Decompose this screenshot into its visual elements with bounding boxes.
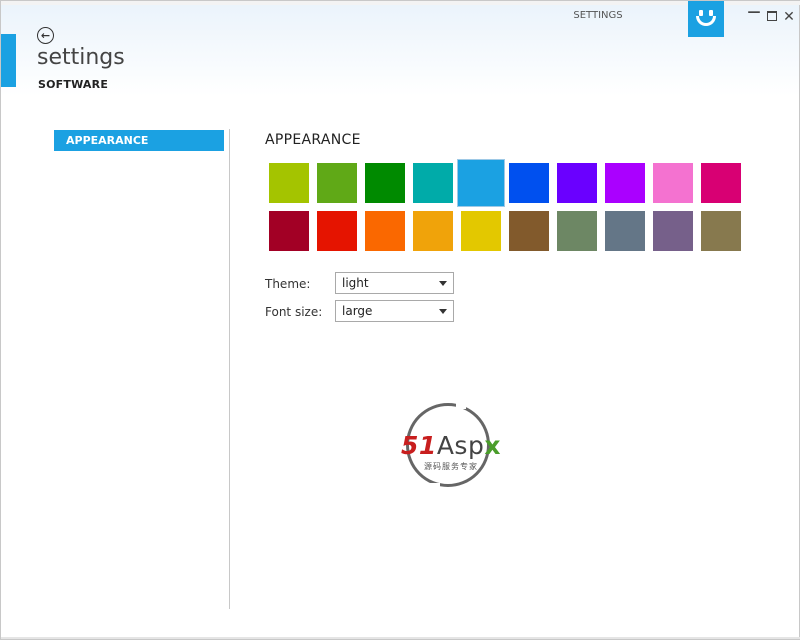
back-arrow-icon: ← [40, 29, 51, 42]
maximize-icon [767, 11, 777, 21]
color-swatch[interactable] [605, 211, 645, 251]
minimize-button[interactable]: — [747, 5, 761, 20]
watermark-tagline: 源码服务专家 [424, 462, 478, 471]
color-swatch[interactable] [605, 163, 645, 203]
color-swatch[interactable] [653, 163, 693, 203]
color-swatch[interactable] [458, 160, 504, 206]
color-swatch[interactable] [509, 211, 549, 251]
font-size-label: Font size: [265, 305, 323, 319]
theme-select[interactable]: light [335, 272, 454, 294]
theme-label: Theme: [265, 277, 311, 291]
watermark-brand: 51Aspx [401, 431, 501, 460]
chevron-down-icon [439, 281, 447, 286]
color-swatch[interactable] [509, 163, 549, 203]
font-size-select[interactable]: large [335, 300, 454, 322]
color-swatch[interactable] [701, 211, 741, 251]
close-button[interactable]: ✕ [782, 9, 796, 25]
color-swatch[interactable] [557, 163, 597, 203]
color-swatch[interactable] [701, 163, 741, 203]
color-swatch[interactable] [269, 211, 309, 251]
accent-bar [1, 34, 16, 87]
settings-window: SETTINGS — ✕ ← settings SOFTWARE APPEARA… [0, 0, 800, 640]
color-swatch[interactable] [653, 211, 693, 251]
theme-value: light [342, 276, 369, 290]
minimize-icon: — [747, 5, 761, 20]
back-button[interactable]: ← [37, 27, 54, 44]
color-swatch[interactable] [317, 211, 357, 251]
color-swatch[interactable] [413, 211, 453, 251]
maximize-button[interactable] [765, 9, 779, 25]
page-subtitle: SOFTWARE [38, 78, 109, 91]
color-swatch[interactable] [557, 211, 597, 251]
color-swatch[interactable] [461, 211, 501, 251]
color-swatch[interactable] [269, 163, 309, 203]
smiley-icon [688, 1, 724, 37]
sidebar-divider [229, 129, 230, 609]
sidebar-item-label: APPEARANCE [66, 134, 149, 147]
sidebar-item-appearance[interactable]: APPEARANCE [54, 130, 224, 151]
close-icon: ✕ [783, 9, 795, 25]
section-title: APPEARANCE [265, 132, 361, 148]
watermark-logo: 51Aspx 源码服务专家 [386, 401, 516, 497]
color-swatch[interactable] [413, 163, 453, 203]
color-swatch[interactable] [317, 163, 357, 203]
color-swatch[interactable] [365, 211, 405, 251]
page-title: settings [37, 45, 125, 70]
color-swatch[interactable] [365, 163, 405, 203]
title-strip [1, 1, 800, 5]
bottom-border [1, 637, 800, 639]
font-size-value: large [342, 304, 373, 318]
chevron-down-icon [439, 309, 447, 314]
window-title: SETTINGS [573, 10, 623, 21]
